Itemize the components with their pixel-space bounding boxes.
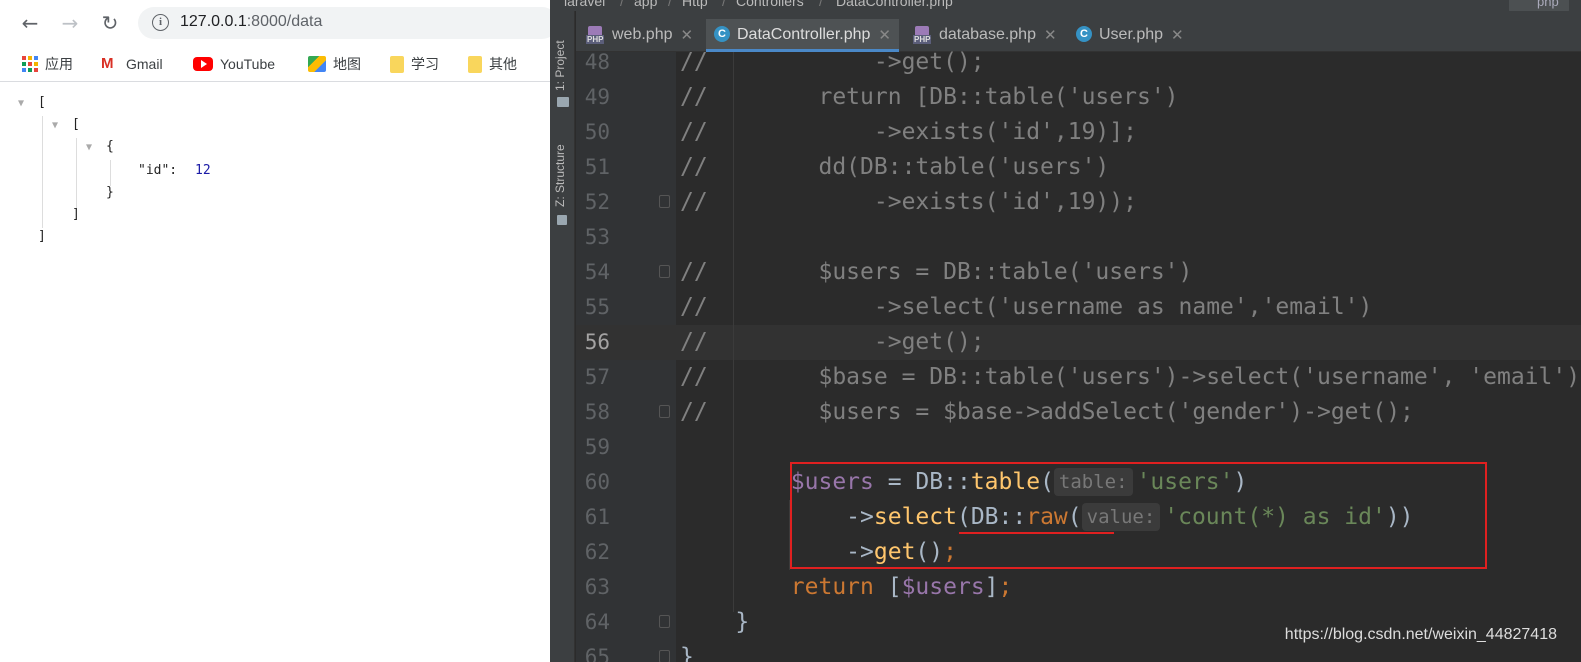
- json-brace-close: }: [106, 185, 114, 200]
- json-viewer: ▼ [ ▼ [ ▼ { "id": 12 } ] ]: [0, 88, 550, 662]
- tab-label: DataController.php: [737, 26, 871, 43]
- address-bar[interactable]: i 127.0.0.1:8000/data: [138, 7, 558, 39]
- code-editor[interactable]: 48// ->get(); 49// return [DB::table('us…: [576, 49, 1581, 662]
- bookmarks-bar: 应用 M Gmail YouTube 地图 学习 其他: [0, 46, 550, 82]
- php-file-icon: [913, 26, 933, 44]
- collapse-triangle-icon[interactable]: ▼: [86, 139, 92, 157]
- breadcrumb-separator: /: [819, 0, 823, 9]
- close-icon[interactable]: ✕: [1044, 26, 1057, 44]
- code-line[interactable]: 52// ->exists('id',19));: [576, 185, 1581, 220]
- breadcrumb-item[interactable]: laravel: [564, 0, 605, 9]
- bookmark-youtube[interactable]: YouTube: [193, 54, 275, 74]
- collapse-triangle-icon[interactable]: ▼: [18, 95, 24, 113]
- close-icon[interactable]: ✕: [1171, 26, 1184, 44]
- class-icon: C: [1076, 26, 1092, 42]
- code-line[interactable]: 54// $users = DB::table('users'): [576, 255, 1581, 290]
- tab-label: web.php: [612, 26, 673, 43]
- bookmark-label: 学习: [411, 56, 439, 72]
- url-host: 127.0.0.1: [180, 13, 247, 30]
- indent-guide: [110, 160, 111, 186]
- breadcrumb-item[interactable]: DataController.php: [836, 0, 953, 9]
- tool-window-bar: 1: Project Z: Structure: [550, 11, 575, 662]
- maps-icon: [308, 56, 326, 72]
- site-info-icon[interactable]: i: [152, 14, 169, 31]
- bookmark-label: 应用: [45, 56, 73, 72]
- tab-label: database.php: [939, 26, 1036, 43]
- class-icon: C: [714, 26, 730, 42]
- close-icon[interactable]: ✕: [878, 26, 891, 44]
- code-line[interactable]: 58// $users = $base->addSelect('gender')…: [576, 395, 1581, 430]
- code-line[interactable]: 49// return [DB::table('users'): [576, 80, 1581, 115]
- fold-marker-icon[interactable]: [659, 405, 670, 418]
- fold-marker-icon[interactable]: [659, 265, 670, 278]
- browser-window: ← → ↻ i 127.0.0.1:8000/data 应用 M Gmail Y…: [0, 0, 558, 662]
- breadcrumb-item[interactable]: app: [634, 0, 657, 9]
- bookmark-maps[interactable]: 地图: [308, 54, 361, 74]
- apps-icon: [22, 56, 38, 72]
- url-path: :8000/data: [246, 13, 323, 30]
- breadcrumb-item[interactable]: Controllers: [736, 0, 804, 9]
- json-brace-open: {: [106, 139, 114, 154]
- folder-icon: [390, 55, 404, 73]
- red-underline: [959, 532, 1114, 534]
- breadcrumb-item[interactable]: Http: [682, 0, 708, 9]
- code-line[interactable]: 55// ->select('username as name','email'…: [576, 290, 1581, 325]
- indent-guide: [733, 52, 734, 612]
- gmail-icon: M: [101, 55, 114, 72]
- forward-arrow-icon[interactable]: →: [57, 10, 83, 36]
- fold-marker-icon[interactable]: [659, 195, 670, 208]
- json-bracket-open: [: [38, 95, 46, 110]
- tab-label: User.php: [1099, 26, 1164, 43]
- breadcrumb-separator: /: [668, 0, 672, 9]
- json-bracket-close: ]: [38, 229, 46, 244]
- code-line[interactable]: 63 return [$users];: [576, 570, 1581, 605]
- fold-marker-icon[interactable]: [659, 615, 670, 628]
- code-line-current[interactable]: 56// ->get();: [576, 325, 1581, 360]
- youtube-icon: [193, 57, 213, 71]
- bookmark-label: YouTube: [220, 56, 276, 72]
- indent-guide: [76, 138, 77, 208]
- structure-tool-tab[interactable]: Z: Structure: [553, 144, 567, 207]
- bookmark-label: 地图: [333, 56, 361, 72]
- indent-guide: [42, 116, 43, 228]
- bookmark-folder-other[interactable]: 其他: [468, 54, 517, 74]
- bookmark-label: 其他: [489, 56, 517, 72]
- code-line[interactable]: 59: [576, 430, 1581, 465]
- breadcrumb-separator: /: [722, 0, 726, 9]
- json-value: 12: [195, 163, 211, 178]
- fold-marker-icon[interactable]: [659, 650, 670, 662]
- json-bracket-close: ]: [72, 207, 80, 222]
- folder-icon: [557, 97, 569, 107]
- code-line[interactable]: 51// dd(DB::table('users'): [576, 150, 1581, 185]
- code-line[interactable]: 53: [576, 220, 1581, 255]
- json-key: "id":: [138, 163, 178, 178]
- code-line[interactable]: 48// ->get();: [576, 45, 1581, 80]
- collapse-triangle-icon[interactable]: ▼: [52, 117, 58, 135]
- bookmark-folder-study[interactable]: 学习: [390, 54, 439, 74]
- red-highlight-box: [790, 462, 1487, 569]
- url-text[interactable]: 127.0.0.1:8000/data: [180, 13, 322, 31]
- browser-toolbar: ← → ↻ i 127.0.0.1:8000/data: [0, 0, 558, 46]
- project-tool-tab[interactable]: 1: Project: [553, 40, 567, 91]
- bookmark-gmail[interactable]: M Gmail: [101, 54, 163, 74]
- bookmark-apps[interactable]: 应用: [22, 54, 73, 74]
- json-bracket-open: [: [72, 117, 80, 132]
- code-line[interactable]: 57// $base = DB::table('users')->select(…: [576, 360, 1581, 395]
- close-icon[interactable]: ✕: [681, 26, 694, 44]
- code-line[interactable]: 50// ->exists('id',19)];: [576, 115, 1581, 150]
- watermark-text: https://blog.csdn.net/weixin_44827418: [1284, 626, 1557, 643]
- folder-icon: [468, 55, 482, 73]
- structure-icon: [557, 215, 567, 225]
- breadcrumb: laravel / app / Http / Controllers / Dat…: [550, 0, 1581, 13]
- reload-icon[interactable]: ↻: [97, 10, 123, 36]
- bookmark-label: Gmail: [126, 56, 163, 72]
- ide-window: laravel / app / Http / Controllers / Dat…: [550, 0, 1581, 662]
- breadcrumb-separator: /: [620, 0, 624, 9]
- php-file-icon: [586, 26, 606, 44]
- back-arrow-icon[interactable]: ←: [17, 10, 43, 36]
